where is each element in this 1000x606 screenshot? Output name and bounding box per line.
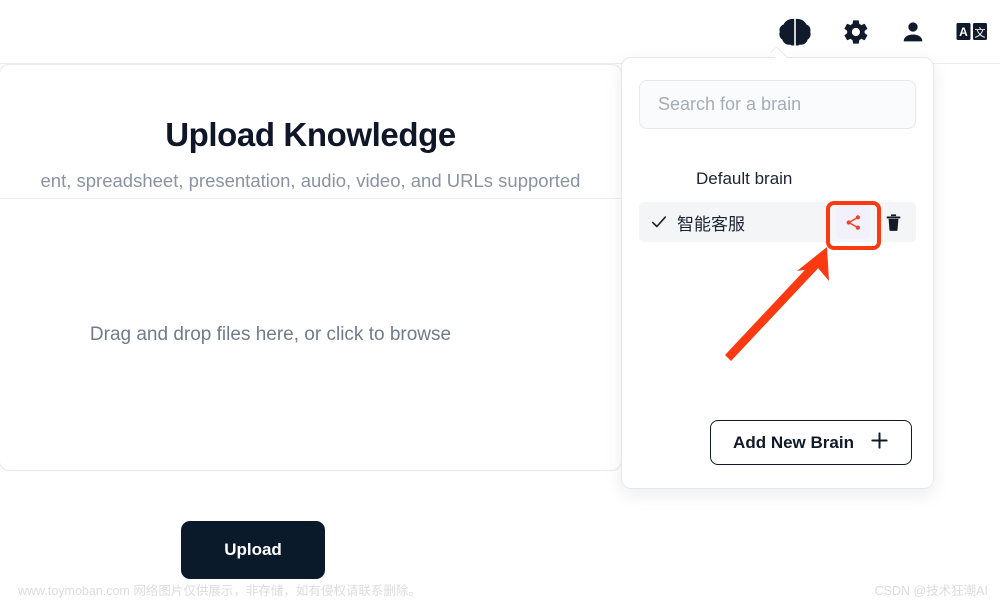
list-item[interactable]: 智能客服 (639, 202, 916, 242)
search-field-wrapper (639, 80, 916, 129)
plus-icon (870, 431, 889, 455)
search-input[interactable] (639, 80, 916, 129)
check-icon (646, 213, 672, 231)
page-subtitle: ent, spreadsheet, presentation, audio, v… (40, 170, 581, 191)
default-brain-label: Default brain (696, 169, 793, 188)
brain-name: 智能客服 (677, 214, 745, 234)
user-icon[interactable] (900, 19, 926, 45)
footer-watermark-right: CSDN @技术狂潮AI (874, 584, 988, 598)
app-header: A 文 (0, 0, 1000, 64)
page-title: Upload Knowledge (165, 116, 456, 153)
file-dropzone[interactable]: Drag and drop files here, or click to br… (0, 199, 621, 470)
brains-dropdown-panel: Default brain 智能客服 (621, 46, 934, 489)
card-header: Upload Knowledge ent, spreadsheet, prese… (0, 65, 621, 199)
header-icon-group: A 文 (778, 0, 988, 63)
add-new-brain-label: Add New Brain (733, 432, 854, 452)
svg-text:A: A (959, 25, 968, 39)
app-root: A 文 Upload Knowledge ent, spreadsheet, p… (0, 0, 1000, 606)
footer-watermark-left: www.toymoban.com 网络图片仅供展示，非存储，如有侵权请联系删除。 (18, 584, 421, 598)
upload-button[interactable]: Upload (181, 521, 325, 579)
dropzone-label: Drag and drop files here, or click to br… (89, 323, 452, 345)
trash-icon[interactable] (876, 205, 910, 239)
gear-icon[interactable] (842, 18, 870, 46)
upload-knowledge-card: Upload Knowledge ent, spreadsheet, prese… (0, 64, 622, 471)
brain-icon[interactable] (778, 17, 812, 47)
share-icon[interactable] (836, 205, 870, 239)
add-new-brain-button[interactable]: Add New Brain (710, 420, 912, 465)
svg-text:文: 文 (975, 25, 986, 39)
translate-icon[interactable]: A 文 (956, 22, 988, 42)
